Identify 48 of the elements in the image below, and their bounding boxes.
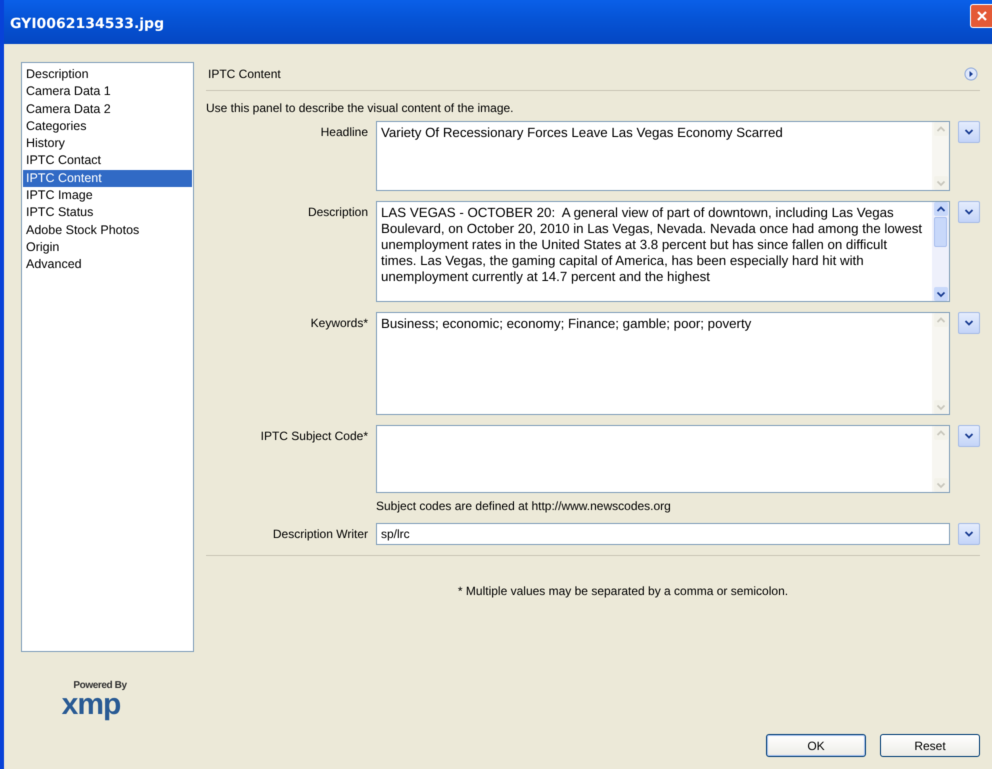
text-area[interactable] bbox=[376, 425, 950, 493]
input-field[interactable]: sp/lrc bbox=[376, 523, 950, 545]
dropdown-button[interactable] bbox=[958, 523, 980, 545]
chevron-down-icon bbox=[964, 530, 974, 538]
dropdown-button[interactable] bbox=[958, 425, 980, 447]
close-icon bbox=[974, 9, 988, 23]
text-area[interactable]: LAS VEGAS - OCTOBER 20: A general view of part of downtown, including Las Vegas Boulevard, on October 20, 2010 in Las Vegas, Nevada. Nevada once had among the lowest unemployment rates in the United States at 3.8 percent but has since fallen on difficult times. Las Vegas, the gaming capital of America, has been especially hard hit with unemployment currently at 14.7 percent and the highest bbox=[376, 201, 950, 302]
logo-wordmark: xmp bbox=[62, 691, 120, 719]
chevron-down-icon bbox=[964, 208, 974, 216]
chevron-down-icon bbox=[964, 432, 974, 440]
field-label: Keywords* bbox=[310, 315, 368, 330]
category-item[interactable]: Description bbox=[23, 66, 192, 84]
category-item[interactable]: Adobe Stock Photos bbox=[23, 222, 192, 239]
category-item[interactable]: History bbox=[23, 135, 192, 152]
dropdown-button[interactable] bbox=[958, 121, 980, 143]
field-label: Headline bbox=[320, 124, 368, 139]
dropdown-button[interactable] bbox=[958, 201, 980, 223]
field-label: IPTC Subject Code* bbox=[260, 428, 368, 443]
text-area[interactable]: Business; economic; economy; Finance; gamble; poor; poverty bbox=[376, 312, 950, 415]
flyout-menu-icon[interactable] bbox=[964, 67, 978, 81]
scroll-up-icon[interactable] bbox=[934, 202, 948, 216]
category-item[interactable]: Camera Data 1 bbox=[23, 83, 192, 101]
dialog-button[interactable]: OK bbox=[766, 734, 866, 757]
panel-intro: Use this panel to describe the visual content of the image. bbox=[206, 101, 515, 115]
category-item[interactable]: Camera Data 2 bbox=[23, 100, 192, 118]
window-title: GYI0062134533.jpg bbox=[10, 16, 164, 32]
category-item[interactable]: Advanced bbox=[23, 256, 192, 274]
dropdown-button[interactable] bbox=[958, 312, 980, 334]
scrollbar[interactable] bbox=[932, 202, 949, 301]
footnote: * Multiple values may be separated by a comma or semicolon. bbox=[456, 584, 790, 598]
dialog-button[interactable]: Reset bbox=[880, 734, 980, 757]
field-label: Description Writer bbox=[272, 526, 368, 541]
field-label: Description bbox=[306, 204, 368, 219]
panel-title: IPTC Content bbox=[208, 67, 281, 81]
chevron-down-icon bbox=[964, 128, 974, 136]
chevron-down-icon bbox=[964, 319, 974, 327]
category-item[interactable]: IPTC Content bbox=[23, 170, 192, 188]
category-item[interactable]: Origin bbox=[23, 238, 192, 256]
logo-caption: Powered By bbox=[73, 680, 127, 691]
category-item[interactable]: Categories bbox=[23, 118, 192, 136]
scrollbar-thumb[interactable] bbox=[934, 217, 947, 247]
hint-text: Subject codes are defined at http://www.newscodes.org bbox=[376, 499, 672, 513]
scroll-down-icon[interactable] bbox=[934, 287, 948, 301]
category-item[interactable]: IPTC Contact bbox=[23, 152, 192, 170]
category-item[interactable]: IPTC Image bbox=[23, 187, 192, 204]
close-button[interactable] bbox=[970, 4, 992, 28]
text-area[interactable]: Variety Of Recessionary Forces Leave Las Vegas Economy Scarred bbox=[376, 121, 950, 191]
category-item[interactable]: IPTC Status bbox=[23, 204, 192, 222]
